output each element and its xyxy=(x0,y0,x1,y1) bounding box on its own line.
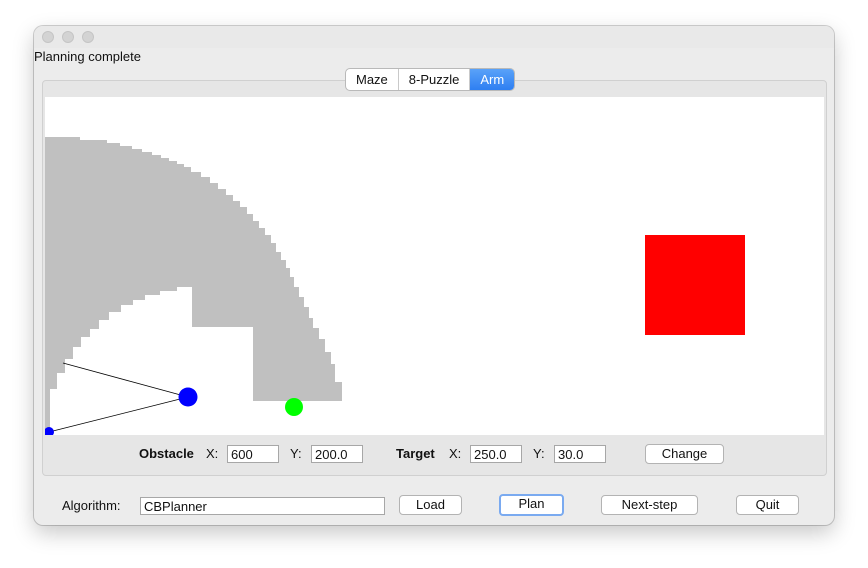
obstacle-y-label: Y: xyxy=(290,446,302,461)
arm-link-1 xyxy=(48,396,189,433)
target-y-field[interactable] xyxy=(554,445,606,463)
arm-base xyxy=(45,427,54,435)
algorithm-label: Algorithm: xyxy=(62,498,121,513)
title-bar xyxy=(34,26,834,48)
change-button[interactable]: Change xyxy=(645,444,724,464)
goal-point xyxy=(285,398,303,416)
algorithm-field[interactable] xyxy=(140,497,385,515)
workspace-drawing xyxy=(45,137,745,435)
arm-canvas xyxy=(45,97,824,435)
target-y-label: Y: xyxy=(533,446,545,461)
obstacle-y-field[interactable] xyxy=(311,445,363,463)
plan-button[interactable]: Plan xyxy=(499,494,564,516)
tab-bar: Maze 8-Puzzle Arm xyxy=(345,68,516,91)
arm-joint xyxy=(178,387,198,407)
minimize-window-button[interactable] xyxy=(62,31,74,43)
zoom-window-button[interactable] xyxy=(82,31,94,43)
tab-maze[interactable]: Maze xyxy=(346,69,399,90)
app-window: Planning complete Obstacle X: Y: Target … xyxy=(34,26,834,525)
obstacle-box xyxy=(645,235,745,335)
load-button[interactable]: Load xyxy=(399,495,462,515)
tabbed-panel: Obstacle X: Y: Target X: Y: Change xyxy=(42,80,827,476)
target-x-field[interactable] xyxy=(470,445,522,463)
obstacle-label: Obstacle xyxy=(139,446,194,461)
next-step-button[interactable]: Next-step xyxy=(601,495,698,515)
obstacle-x-label: X: xyxy=(206,446,219,461)
close-window-button[interactable] xyxy=(42,31,54,43)
tab-8-puzzle[interactable]: 8-Puzzle xyxy=(399,69,471,90)
status-label: Planning complete xyxy=(34,49,141,64)
tab-arm[interactable]: Arm xyxy=(470,69,515,90)
arm-link-2 xyxy=(62,362,189,398)
quit-button[interactable]: Quit xyxy=(736,495,799,515)
target-label: Target xyxy=(396,446,435,461)
target-x-label: X: xyxy=(449,446,462,461)
obstacle-x-field[interactable] xyxy=(227,445,279,463)
